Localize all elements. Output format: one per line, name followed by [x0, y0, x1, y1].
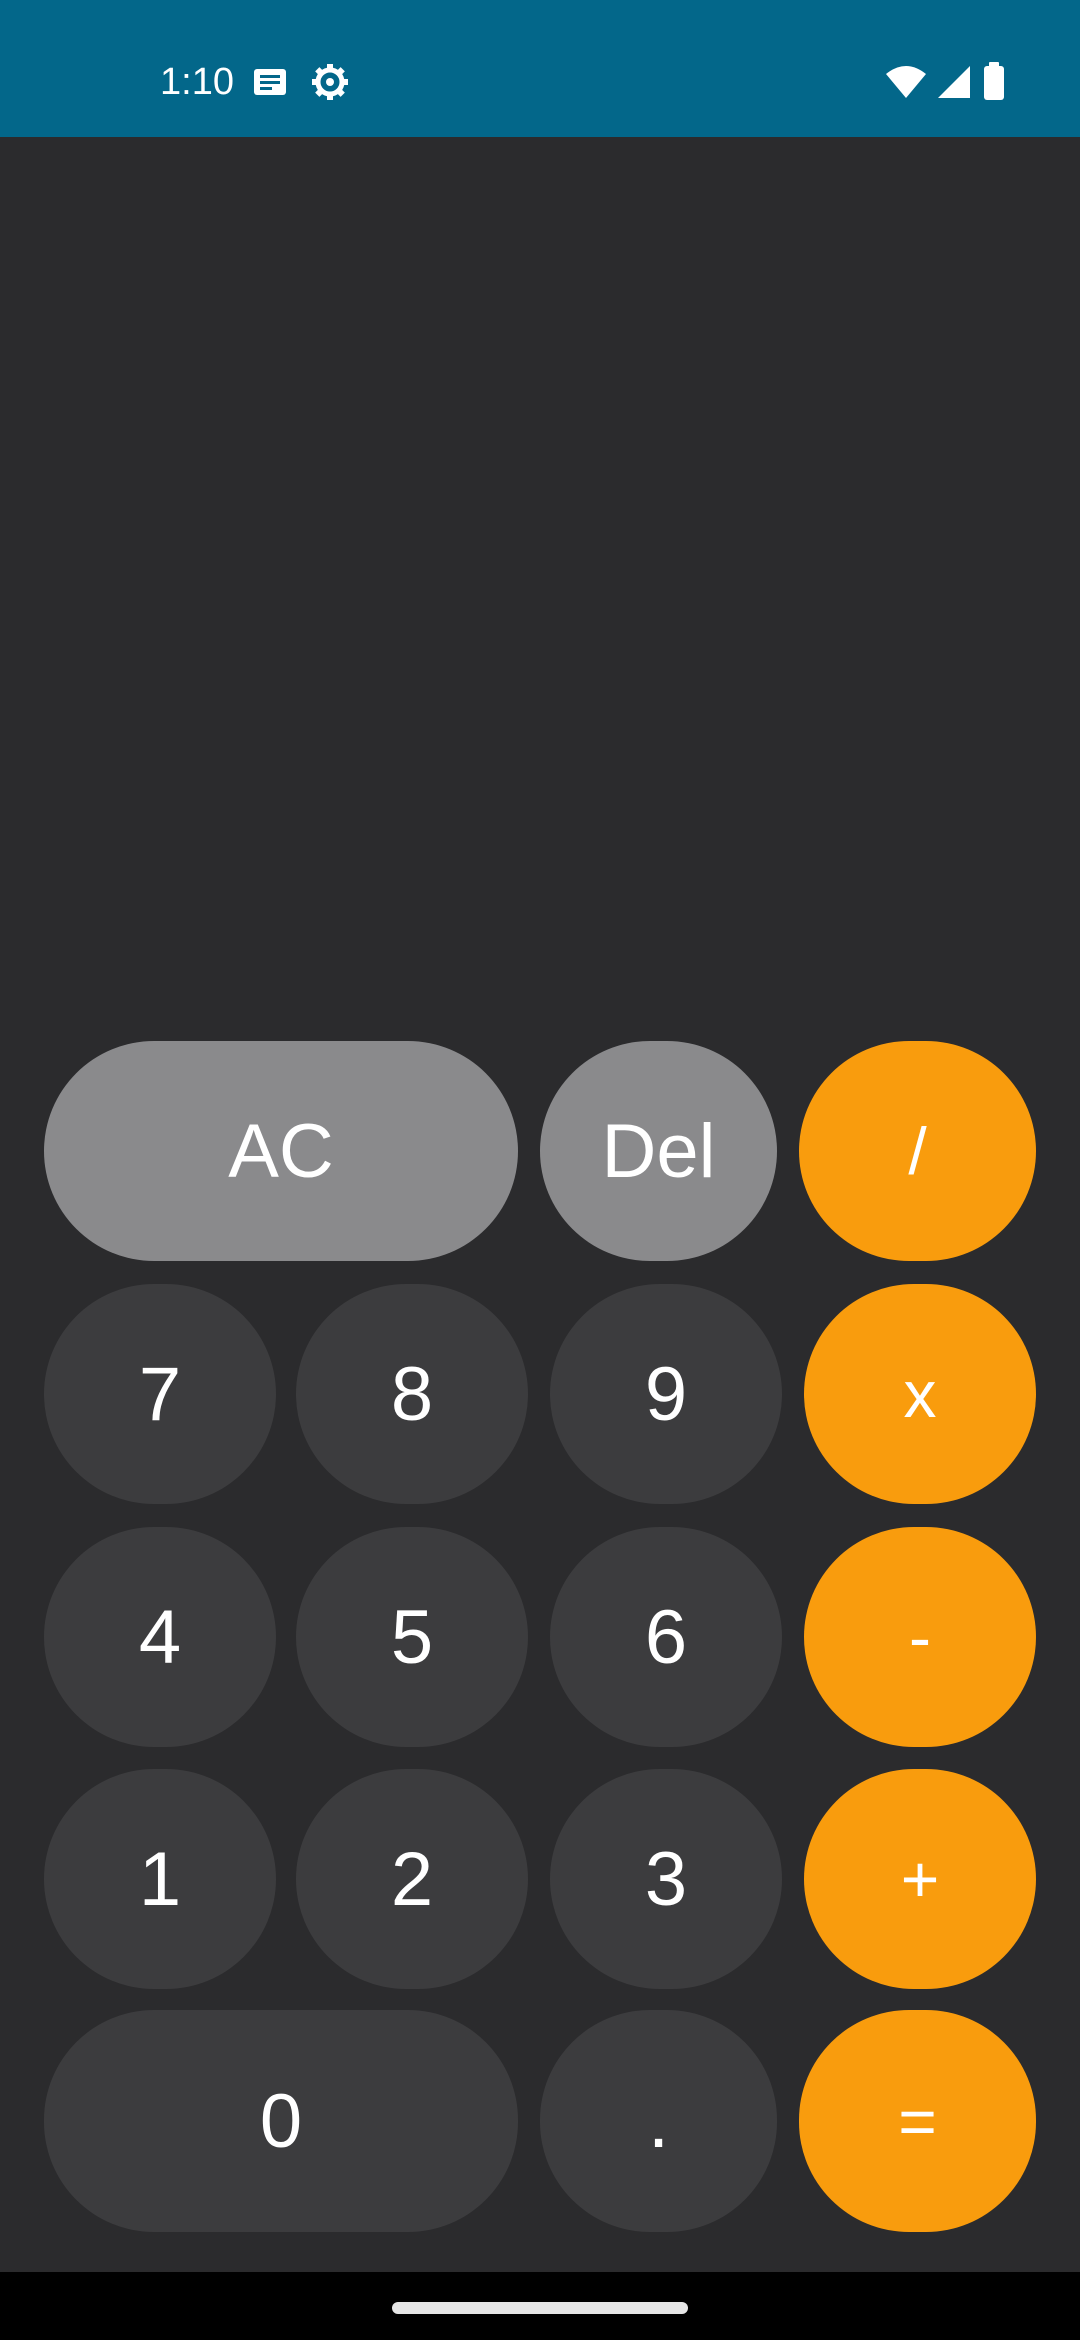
digit-9-button[interactable]: 9: [550, 1284, 782, 1504]
notification-icon: [254, 69, 286, 95]
calculator-screen: 1:10 AC Del / 7 8 9 x 4 5 6 - 1 2 3 + 0 …: [0, 0, 1080, 2340]
digit-4-button[interactable]: 4: [44, 1527, 276, 1747]
digit-0-button[interactable]: 0: [44, 2010, 518, 2232]
digit-6-button[interactable]: 6: [550, 1527, 782, 1747]
decimal-button[interactable]: .: [540, 2010, 777, 2232]
home-gesture-handle[interactable]: [392, 2302, 688, 2314]
settings-icon: [312, 64, 348, 100]
signal-icon: [938, 66, 970, 98]
subtract-button[interactable]: -: [804, 1527, 1036, 1747]
display-area: [0, 137, 1080, 1017]
divide-button[interactable]: /: [799, 1041, 1036, 1261]
clear-button[interactable]: AC: [44, 1041, 518, 1261]
equals-button[interactable]: =: [799, 2010, 1036, 2232]
delete-button[interactable]: Del: [540, 1041, 777, 1261]
digit-7-button[interactable]: 7: [44, 1284, 276, 1504]
add-button[interactable]: +: [804, 1769, 1036, 1989]
wifi-icon: [886, 66, 926, 98]
digit-8-button[interactable]: 8: [296, 1284, 528, 1504]
digit-2-button[interactable]: 2: [296, 1769, 528, 1989]
status-bar: 1:10: [0, 0, 1080, 137]
digit-3-button[interactable]: 3: [550, 1769, 782, 1989]
digit-1-button[interactable]: 1: [44, 1769, 276, 1989]
digit-5-button[interactable]: 5: [296, 1527, 528, 1747]
multiply-button[interactable]: x: [804, 1284, 1036, 1504]
status-time: 1:10: [160, 61, 234, 103]
battery-icon: [984, 62, 1004, 100]
